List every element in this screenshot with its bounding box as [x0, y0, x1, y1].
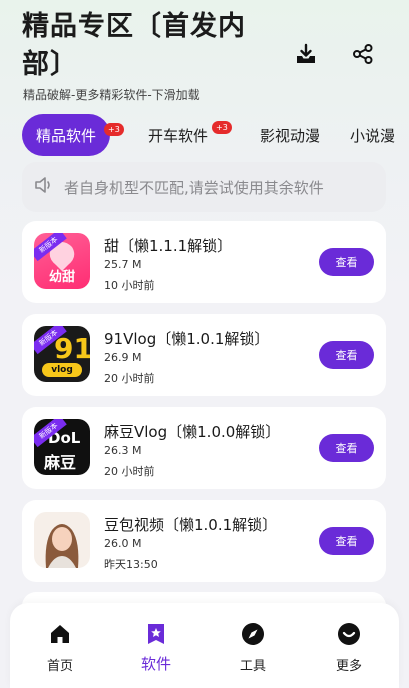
app-icon: 新版本 幼甜	[34, 233, 90, 289]
app-icon-subtext: 麻豆	[44, 453, 77, 472]
share-button[interactable]	[347, 40, 379, 72]
share-icon	[352, 43, 374, 69]
tab-label: 开车软件	[148, 126, 209, 145]
notice-bar: 者自身机型不匹配,请尝试使用其余软件	[22, 162, 386, 212]
bottom-nav: 首页 软件 工具 更多	[10, 603, 399, 688]
app-card[interactable]: 91 vlog 新版本 91Vlog〔懒1.0.1解锁〕 26.9 M 20 小…	[22, 314, 386, 396]
app-size: 25.7 M	[104, 258, 142, 271]
notice-text: 者自身机型不匹配,请尝试使用其余软件	[64, 178, 324, 197]
tab-video-anime[interactable]: 影视动漫	[260, 114, 320, 156]
app-icon-text: vlog	[42, 363, 82, 377]
view-button[interactable]: 查看	[319, 248, 374, 276]
page-subtitle: 精品破解-更多精彩软件-下滑加载	[23, 88, 200, 102]
app-card[interactable]: DoL 麻豆 新版本 麻豆Vlog〔懒1.0.0解锁〕 26.3 M 20 小时…	[22, 407, 386, 489]
app-updated-time: 20 小时前	[104, 372, 155, 385]
download-button[interactable]	[290, 40, 322, 72]
home-icon	[47, 621, 73, 647]
app-icon: DoL 麻豆 新版本	[34, 419, 90, 475]
page-header: 精品专区〔首发内部〕	[22, 8, 272, 84]
download-tray-icon	[295, 43, 317, 69]
app-size: 26.0 M	[104, 537, 142, 550]
nav-label: 软件	[140, 655, 171, 673]
compass-icon	[240, 621, 266, 647]
nav-more[interactable]: 更多	[319, 621, 379, 674]
category-tabs: 精品软件 +3 开车软件 +3 影视动漫 小说漫	[22, 114, 409, 156]
tab-novels[interactable]: 小说漫	[350, 114, 395, 156]
app-size: 26.3 M	[104, 444, 142, 457]
app-card[interactable]: 豆包视频〔懒1.0.1解锁〕 26.0 M 昨天13:50 查看	[22, 500, 386, 582]
app-updated-time: 10 小时前	[104, 279, 155, 292]
app-updated-time: 20 小时前	[104, 465, 155, 478]
speaker-icon	[34, 175, 56, 199]
tab-car-software[interactable]: 开车软件 +3	[148, 114, 232, 156]
page-title: 精品专区〔首发内部〕	[22, 11, 246, 80]
star-bookmark-icon	[143, 621, 169, 647]
nav-home[interactable]: 首页	[30, 621, 90, 674]
app-name: 豆包视频〔懒1.0.1解锁〕	[104, 516, 278, 534]
tab-label: 影视动漫	[260, 126, 321, 145]
app-card[interactable]: 新版本 幼甜 甜〔懒1.1.1解锁〕 25.7 M 10 小时前 查看	[22, 221, 386, 303]
tab-label: 小说漫	[350, 126, 396, 145]
tab-label: 精品软件	[36, 126, 97, 145]
nav-label: 工具	[239, 659, 266, 674]
app-size: 26.9 M	[104, 351, 142, 364]
app-icon-text: 幼甜	[48, 270, 75, 285]
tab-premium-software[interactable]: 精品软件 +3	[22, 114, 124, 156]
nav-label: 首页	[46, 659, 73, 674]
app-name: 91Vlog〔懒1.0.1解锁〕	[104, 330, 270, 348]
app-icon	[34, 512, 90, 568]
view-button[interactable]: 查看	[319, 527, 374, 555]
smile-icon	[336, 621, 362, 647]
nav-label: 更多	[335, 659, 362, 674]
app-name: 甜〔懒1.1.1解锁〕	[104, 237, 233, 255]
nav-tools[interactable]: 工具	[223, 621, 283, 674]
nav-software[interactable]: 软件	[126, 621, 186, 674]
tab-badge: +3	[212, 121, 232, 134]
app-icon: 91 vlog 新版本	[34, 326, 90, 382]
view-button[interactable]: 查看	[319, 341, 374, 369]
view-button[interactable]: 查看	[319, 434, 374, 462]
app-updated-time: 昨天13:50	[104, 558, 158, 571]
app-name: 麻豆Vlog〔懒1.0.0解锁〕	[104, 423, 281, 441]
tab-badge: +3	[104, 123, 124, 136]
